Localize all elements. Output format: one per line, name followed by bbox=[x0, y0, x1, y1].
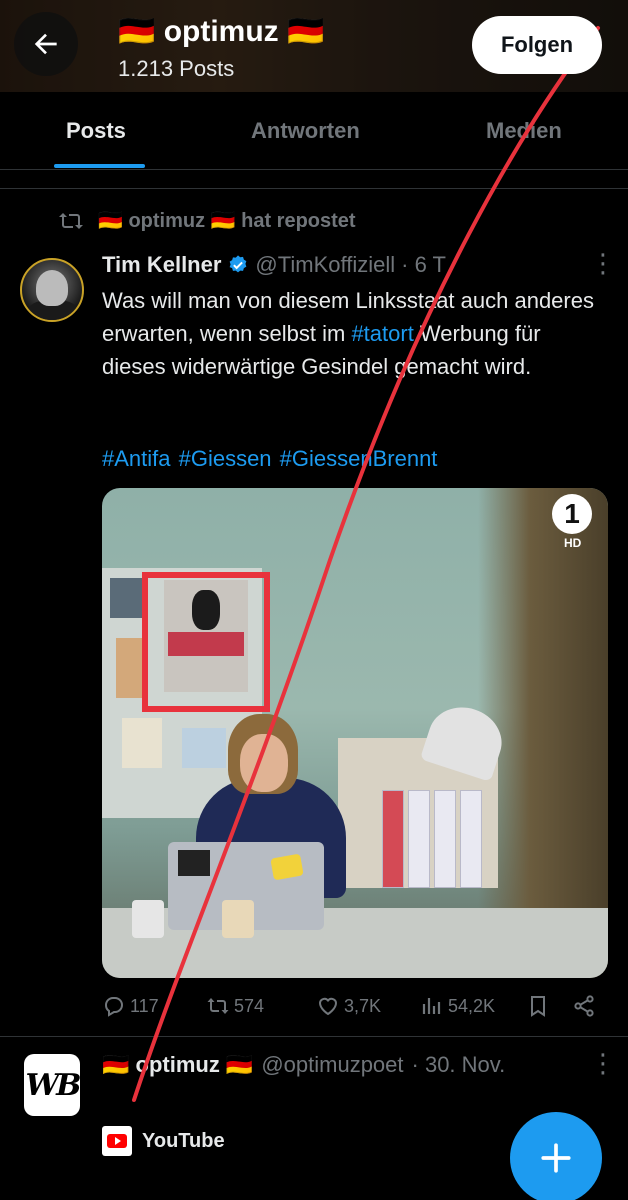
youtube-label: YouTube bbox=[142, 1129, 225, 1152]
divider bbox=[0, 188, 628, 189]
hashtag-link[interactable]: #tatort bbox=[351, 321, 413, 346]
profile-tabs: Posts Antworten Medien bbox=[0, 92, 628, 170]
views-button[interactable]: 54,2K bbox=[420, 994, 495, 1018]
like-button[interactable]: 3,7K bbox=[316, 994, 381, 1018]
divider bbox=[0, 1036, 628, 1037]
youtube-icon bbox=[102, 1126, 132, 1156]
author-name[interactable]: Tim Kellner bbox=[102, 252, 221, 278]
compose-button[interactable] bbox=[510, 1112, 602, 1200]
arrow-left-icon bbox=[34, 33, 57, 55]
tweet-header: 🇩🇪 optimuz 🇩🇪 @optimuzpoet · 30. Nov. bbox=[102, 1052, 505, 1078]
das-erste-logo: 1 bbox=[552, 494, 592, 534]
post-count: 1.213 Posts bbox=[118, 56, 235, 81]
follow-button[interactable]: Folgen bbox=[472, 16, 602, 74]
share-button[interactable] bbox=[572, 994, 596, 1018]
heart-icon bbox=[318, 997, 338, 1016]
bookmark-button[interactable] bbox=[526, 994, 550, 1018]
repost-indicator[interactable]: 🇩🇪 optimuz 🇩🇪 hat repostet bbox=[58, 208, 356, 233]
repost-button[interactable]: 574 bbox=[206, 994, 264, 1018]
avatar[interactable] bbox=[20, 258, 84, 322]
bookmark-icon bbox=[531, 996, 545, 1017]
reply-button[interactable]: 117 bbox=[102, 994, 159, 1018]
repost-icon bbox=[207, 998, 229, 1014]
back-button[interactable] bbox=[14, 12, 78, 76]
repost-icon bbox=[59, 212, 83, 229]
youtube-link[interactable]: YouTube bbox=[102, 1126, 225, 1156]
more-options-icon[interactable]: ⋮ bbox=[590, 250, 616, 276]
tweet-text: Was will man von diesem Linksstaat auch … bbox=[102, 284, 602, 383]
active-tab-indicator bbox=[54, 164, 145, 168]
share-icon bbox=[574, 995, 594, 1017]
tab-media[interactable]: Medien bbox=[486, 118, 562, 144]
avatar[interactable]: WB bbox=[24, 1054, 82, 1116]
like-count: 3,7K bbox=[344, 995, 382, 1016]
hashtag-list[interactable]: #Antifa #Giessen #GiessenBrennt bbox=[102, 446, 437, 472]
verified-badge-icon bbox=[230, 255, 247, 273]
reply-count: 117 bbox=[130, 995, 159, 1016]
more-options-icon[interactable]: ⋮ bbox=[590, 1050, 616, 1076]
tab-replies[interactable]: Antworten bbox=[251, 118, 360, 144]
author-name[interactable]: 🇩🇪 optimuz 🇩🇪 bbox=[102, 1052, 253, 1078]
views-count: 54,2K bbox=[448, 995, 496, 1016]
reply-icon bbox=[105, 997, 123, 1017]
tweet-actions: 117 574 3,7K 54,2K bbox=[102, 994, 610, 1024]
tweet-time: · 6 T bbox=[401, 252, 446, 277]
tab-posts[interactable]: Posts bbox=[66, 118, 126, 144]
repost-count: 574 bbox=[234, 995, 265, 1016]
tweet-time: · 30. Nov. bbox=[411, 1052, 506, 1077]
tweet-image[interactable]: 1 HD bbox=[102, 488, 608, 978]
profile-header: 🇩🇪 optimuz 🇩🇪 1.213 Posts Folgen bbox=[0, 0, 628, 92]
author-handle[interactable]: @optimuzpoet bbox=[261, 1052, 403, 1078]
highlight-box bbox=[142, 572, 270, 712]
profile-title: 🇩🇪 optimuz 🇩🇪 bbox=[118, 15, 325, 48]
avatar-logo-text: WB bbox=[25, 1067, 81, 1103]
hd-badge: HD bbox=[564, 536, 582, 550]
author-handle[interactable]: @TimKoffiziell bbox=[255, 252, 395, 278]
tweet-header: Tim Kellner @TimKoffiziell · 6 T bbox=[102, 252, 446, 278]
plus-icon bbox=[541, 1143, 571, 1173]
views-chart-icon bbox=[422, 998, 441, 1014]
repost-label: 🇩🇪 optimuz 🇩🇪 hat repostet bbox=[98, 210, 356, 232]
